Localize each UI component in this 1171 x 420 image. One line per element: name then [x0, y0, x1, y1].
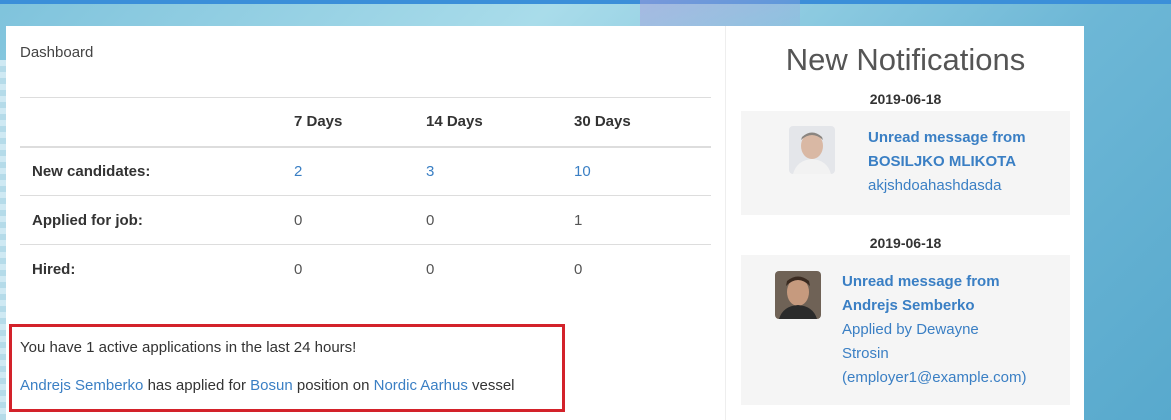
avatar: [789, 126, 835, 174]
vessel-link[interactable]: Nordic Aarhus: [374, 377, 468, 394]
active-applications-summary: You have 1 active applications in the la…: [20, 339, 357, 356]
notifications-panel: New Notifications 2019-06-18 Unread mess…: [725, 26, 1084, 420]
hired-7-days: 0: [282, 244, 414, 294]
table-row-new-candidates: New candidates: 2 3 10: [20, 146, 711, 196]
notification-card[interactable]: Unread message from Andrejs Semberko App…: [741, 255, 1070, 405]
table-row-hired: Hired: 0 0 0: [20, 244, 711, 294]
row-label: New candidates:: [20, 146, 282, 196]
table-row-applied: Applied for job: 0 0 1: [20, 195, 711, 245]
notification-body: Strosin: [842, 345, 889, 362]
hired-30-days: 0: [562, 244, 711, 294]
application-text: has applied for: [147, 377, 246, 394]
application-detail: Andrejs Semberko has applied for Bosun p…: [20, 377, 515, 394]
position-link[interactable]: Bosun: [250, 377, 293, 394]
notification-body: akjshdoahashdasda: [868, 177, 1002, 194]
browser-top-bar: [0, 0, 1171, 4]
application-text: vessel: [472, 377, 515, 394]
application-text: position on: [296, 377, 370, 394]
applied-14-days: 0: [414, 195, 562, 245]
avatar: [775, 271, 821, 319]
dashboard-panel: Dashboard 7 Days 14 Days 30 Days New can…: [6, 26, 725, 420]
column-header-30-days: 30 Days: [562, 97, 711, 148]
notification-title[interactable]: Unread message from: [868, 126, 1026, 150]
notification-date: 2019-06-18: [869, 235, 942, 251]
page-title: Dashboard: [20, 44, 94, 61]
new-candidates-30-days-link[interactable]: 10: [574, 163, 591, 180]
notification-body: (employer1@example.com): [842, 369, 1027, 386]
new-candidates-14-days-link[interactable]: 3: [426, 163, 434, 180]
row-label: Applied for job:: [20, 195, 282, 245]
applied-7-days: 0: [282, 195, 414, 245]
notification-date: 2019-06-18: [869, 91, 942, 107]
notification-title[interactable]: Unread message from: [842, 270, 1026, 294]
notification-text: Unread message from BOSILJKO MLIKOTA akj…: [868, 126, 1026, 198]
notification-card[interactable]: Unread message from BOSILJKO MLIKOTA akj…: [741, 111, 1070, 215]
notifications-heading: New Notifications: [785, 42, 1026, 77]
notification-sender[interactable]: BOSILJKO MLIKOTA: [868, 150, 1026, 174]
active-applications-box: You have 1 active applications in the la…: [9, 324, 565, 412]
column-header-7-days: 7 Days: [282, 97, 414, 148]
applied-30-days: 1: [562, 195, 711, 245]
column-header: [20, 97, 282, 148]
table-header-row: 7 Days 14 Days 30 Days: [20, 97, 711, 148]
candidate-link[interactable]: Andrejs Semberko: [20, 377, 143, 394]
row-label: Hired:: [20, 244, 282, 294]
notification-text: Unread message from Andrejs Semberko App…: [842, 270, 1026, 390]
notification-sender[interactable]: Andrejs Semberko: [842, 294, 1026, 318]
hired-14-days: 0: [414, 244, 562, 294]
new-candidates-7-days-link[interactable]: 2: [294, 163, 302, 180]
notification-body: Applied by Dewayne: [842, 321, 979, 338]
stats-table: 7 Days 14 Days 30 Days New candidates: 2…: [20, 97, 711, 294]
column-header-14-days: 14 Days: [414, 97, 562, 148]
